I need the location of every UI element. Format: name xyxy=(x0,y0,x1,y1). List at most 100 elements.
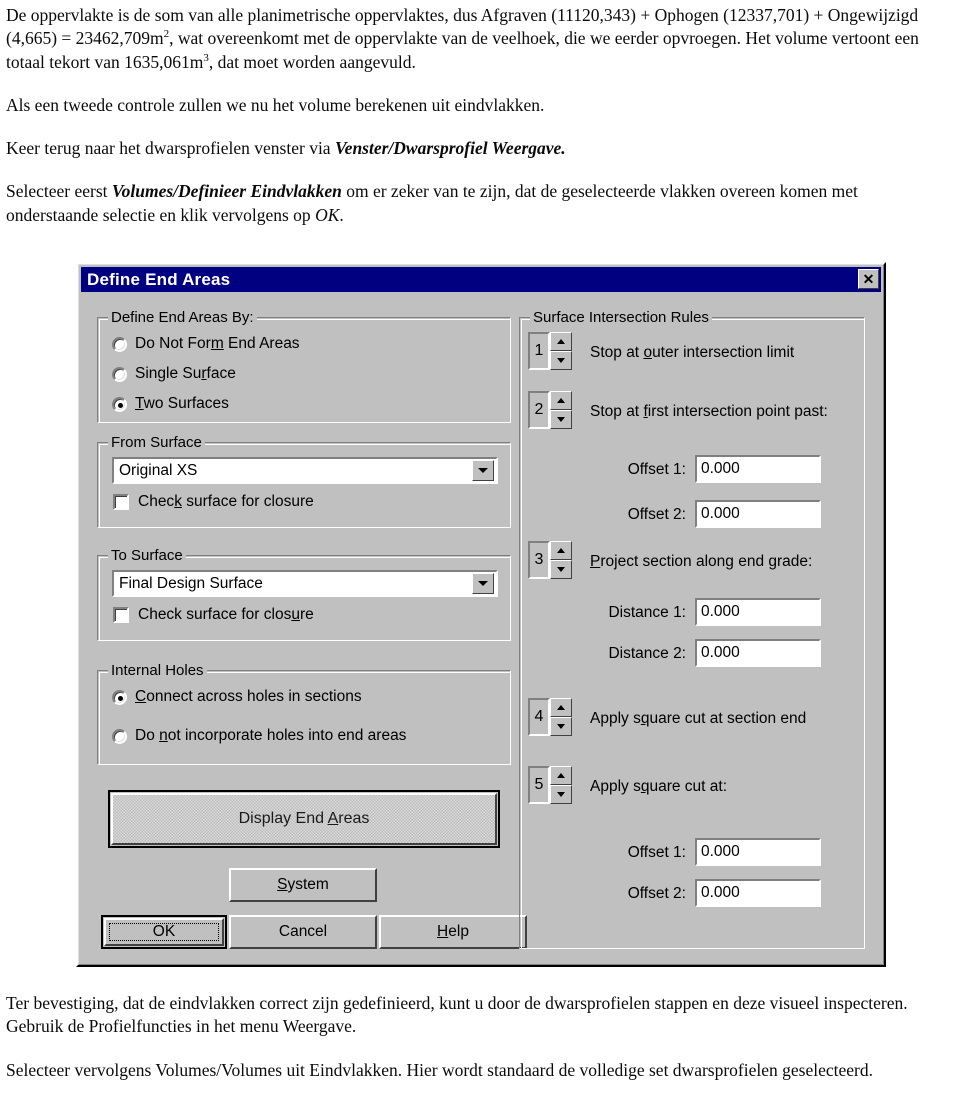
spin-down-icon[interactable] xyxy=(550,410,572,429)
radio-circle-icon xyxy=(112,728,127,744)
offset-2-input[interactable]: 0.000 xyxy=(695,500,821,528)
radio-circle-icon xyxy=(112,336,127,352)
paragraph-5-text: Ter bevestiging, dat de eindvlakken corr… xyxy=(6,993,908,1037)
close-icon[interactable]: ✕ xyxy=(858,269,879,289)
to-surface-check-closure[interactable]: Check surface for closure xyxy=(113,606,314,624)
checkbox-label: Check surface for closure xyxy=(138,606,314,623)
define-end-areas-by-group: Define End Areas By: Do Not Form End Are… xyxy=(97,309,511,423)
menu-path-volumes-uit-eindvlakken: Volumes/Volumes uit Eindvlakken. xyxy=(155,1059,403,1080)
menu-path-volumes-definieer: Volumes/Definieer Eindvlakken xyxy=(111,181,342,202)
radio-circle-selected-icon xyxy=(112,689,127,705)
spin-down-icon[interactable] xyxy=(550,351,572,370)
spin-up-icon[interactable] xyxy=(550,332,572,351)
offset-2-input-bottom[interactable]: 0.000 xyxy=(695,879,821,907)
paragraph-1: De oppervlakte is de som van alle planim… xyxy=(6,4,952,74)
rule-3-spin-buttons[interactable] xyxy=(550,541,572,579)
offset-2-label-bottom: Offset 2: xyxy=(627,885,686,902)
spin-up-icon[interactable] xyxy=(550,541,572,560)
paragraph-6: Selecteer vervolgens Volumes/Volumes uit… xyxy=(6,1059,952,1082)
ok-button-label: OK xyxy=(109,923,219,941)
radio-label: Do Not Form End Areas xyxy=(135,335,300,352)
to-surface-group: To Surface Final Design Surface Check su… xyxy=(97,547,511,641)
radio-do-not-incorporate-holes[interactable]: Do not incorporate holes into end areas xyxy=(112,727,406,745)
radio-connect-across-holes[interactable]: Connect across holes in sections xyxy=(112,688,362,706)
checkbox-label: Check surface for closure xyxy=(138,493,314,510)
rule-2-spinner[interactable]: 2 xyxy=(528,391,572,429)
distance-1-label: Distance 1: xyxy=(608,604,686,621)
to-surface-title: To Surface xyxy=(108,547,186,564)
paragraph-5: Ter bevestiging, dat de eindvlakken corr… xyxy=(6,992,952,1039)
surface-intersection-rules-group: Surface Intersection Rules 1 Stop at out… xyxy=(519,309,865,949)
from-surface-check-closure[interactable]: Check surface for closure xyxy=(113,493,314,511)
paragraph-4: Selecteer eerst Volumes/Definieer Eindvl… xyxy=(6,180,952,227)
offset-1-input[interactable]: 0.000 xyxy=(695,455,821,483)
system-button[interactable]: System xyxy=(229,868,377,902)
offset-1-input-bottom[interactable]: 0.000 xyxy=(695,838,821,866)
paragraph-6-text-a: Selecteer vervolgens xyxy=(6,1059,156,1080)
to-surface-select[interactable]: Final Design Surface xyxy=(112,570,498,597)
dialog-titlebar[interactable]: Define End Areas ✕ xyxy=(81,267,881,292)
paragraph-6-text-b: Hier wordt standaard de volledige set dw… xyxy=(402,1059,873,1080)
menu-path-venster-dwarsprofiel: Venster/Dwarsprofiel Weergave. xyxy=(334,138,566,159)
distance-1-input[interactable]: 0.000 xyxy=(695,598,821,626)
radio-two-surfaces[interactable]: Two Surfaces xyxy=(112,395,229,413)
display-end-areas-label: Display End Areas xyxy=(238,810,370,827)
paragraph-3-text: Keer terug naar het dwarsprofielen venst… xyxy=(6,138,335,159)
checkbox-icon xyxy=(113,494,129,510)
button-face: Display End Areas xyxy=(113,795,495,843)
button-bevel: OK xyxy=(104,918,224,946)
rule-1-spin-buttons[interactable] xyxy=(550,332,572,370)
to-surface-value: Final Design Surface xyxy=(119,574,263,592)
define-end-areas-by-title: Define End Areas By: xyxy=(108,309,257,326)
offset-1-label: Offset 1: xyxy=(627,461,686,478)
rule-1-spinner[interactable]: 1 xyxy=(528,332,572,370)
rule-3-label: Project section along end grade: xyxy=(590,553,813,570)
chevron-down-icon[interactable] xyxy=(472,573,494,594)
cancel-button[interactable]: Cancel xyxy=(229,915,377,949)
spin-up-icon[interactable] xyxy=(550,766,572,785)
rule-5-spin-buttons[interactable] xyxy=(550,766,572,804)
rule-1-number: 1 xyxy=(528,332,550,370)
surface-intersection-rules-title: Surface Intersection Rules xyxy=(530,309,712,326)
checkbox-icon xyxy=(113,607,129,623)
rule-2-spin-buttons[interactable] xyxy=(550,391,572,429)
system-button-label: System xyxy=(277,876,329,893)
from-surface-value: Original XS xyxy=(119,461,198,479)
rule-5-spinner[interactable]: 5 xyxy=(528,766,572,804)
spin-down-icon[interactable] xyxy=(550,717,572,736)
paragraph-1-part-c: , dat moet worden aangevuld. xyxy=(208,51,416,72)
radio-circle-selected-icon xyxy=(112,396,127,412)
define-end-areas-dialog: Define End Areas ✕ Define End Areas By: … xyxy=(76,262,886,967)
display-end-areas-button[interactable]: Display End Areas xyxy=(108,790,500,848)
radio-circle-icon xyxy=(112,366,127,382)
radio-do-not-form-end-areas[interactable]: Do Not Form End Areas xyxy=(112,335,300,353)
distance-2-input[interactable]: 0.000 xyxy=(695,639,821,667)
from-surface-select[interactable]: Original XS xyxy=(112,457,498,484)
rule-4-spin-buttons[interactable] xyxy=(550,698,572,736)
rule-5-label: Apply square cut at: xyxy=(590,778,728,795)
rule-2-number: 2 xyxy=(528,391,550,429)
radio-label: Do not incorporate holes into end areas xyxy=(135,727,407,744)
spin-up-icon[interactable] xyxy=(550,698,572,717)
dialog-title: Define End Areas xyxy=(87,269,231,289)
rule-4-spinner[interactable]: 4 xyxy=(528,698,572,736)
spin-down-icon[interactable] xyxy=(550,560,572,579)
help-button[interactable]: Help xyxy=(379,915,527,949)
spin-down-icon[interactable] xyxy=(550,785,572,804)
from-surface-group: From Surface Original XS Check surface f… xyxy=(97,434,511,528)
rule-4-label: Apply square cut at section end xyxy=(590,710,807,727)
spin-up-icon[interactable] xyxy=(550,391,572,410)
intro-prose: De oppervlakte is de som van alle planim… xyxy=(0,0,960,227)
rule-4-number: 4 xyxy=(528,698,550,736)
radio-single-surface[interactable]: Single Surface xyxy=(112,365,236,383)
paragraph-4-text-c: . xyxy=(339,204,344,225)
distance-2-label: Distance 2: xyxy=(608,645,686,662)
rule-3-spinner[interactable]: 3 xyxy=(528,541,572,579)
paragraph-3: Keer terug naar het dwarsprofielen venst… xyxy=(6,137,952,160)
rule-3-number: 3 xyxy=(528,541,550,579)
chevron-down-icon[interactable] xyxy=(472,460,494,481)
ok-button[interactable]: OK xyxy=(101,915,227,949)
